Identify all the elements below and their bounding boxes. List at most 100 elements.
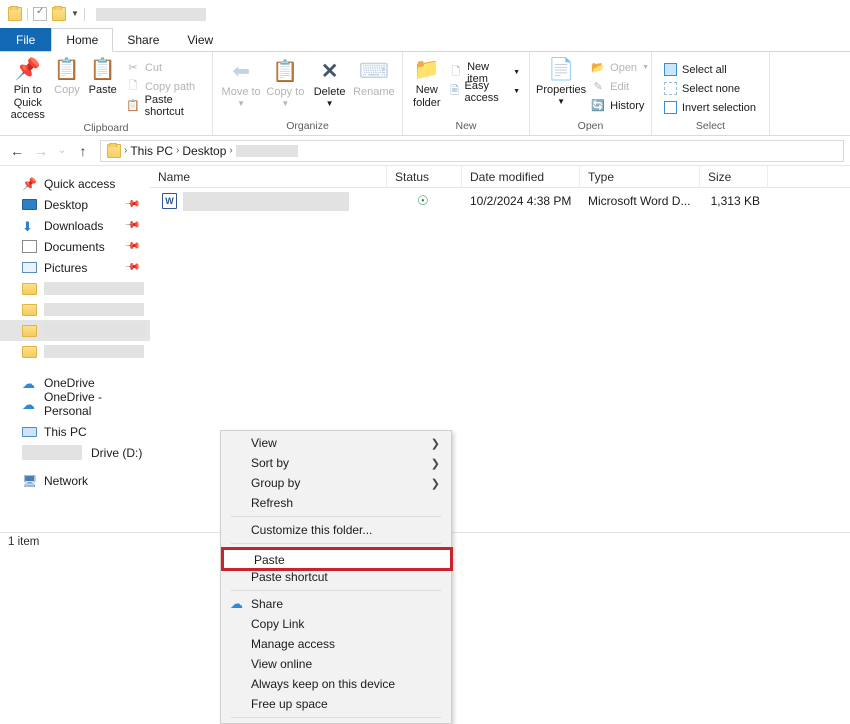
cut-label: Cut bbox=[144, 61, 163, 74]
column-header-status[interactable]: Status bbox=[387, 165, 462, 188]
forward-button[interactable]: → bbox=[30, 140, 52, 162]
sidebar-item-downloads[interactable]: ⬇ Downloads 📌 bbox=[0, 215, 150, 236]
tab-view[interactable]: View bbox=[173, 28, 227, 51]
context-menu-item-share[interactable]: ☁ Share bbox=[221, 594, 451, 614]
paste-button[interactable]: 📋 Paste bbox=[84, 55, 121, 97]
sidebar-item-label: Desktop bbox=[44, 197, 89, 212]
delete-button[interactable]: ✕ Delete ▼ bbox=[308, 57, 352, 108]
context-menu-item-view-online[interactable]: View online bbox=[221, 654, 451, 674]
sidebar-item-folder-2[interactable] bbox=[0, 299, 150, 320]
sidebar-item-folder-3[interactable] bbox=[0, 320, 150, 341]
cut-button[interactable]: ✂ Cut bbox=[123, 59, 206, 76]
sidebar-item-folder-4[interactable] bbox=[0, 341, 150, 362]
select-none-button[interactable]: Select none bbox=[660, 80, 759, 97]
sidebar-item-documents[interactable]: Documents 📌 bbox=[0, 236, 150, 257]
easy-access-icon: 🗎 bbox=[450, 85, 459, 97]
sidebar-item-desktop[interactable]: Desktop 📌 bbox=[0, 194, 150, 215]
context-menu-item-sort-by[interactable]: Sort by ❯ bbox=[221, 453, 451, 473]
paste-shortcut-label: Paste shortcut bbox=[144, 93, 184, 118]
tab-file[interactable]: File bbox=[0, 28, 52, 51]
sidebar-item-folder-1[interactable] bbox=[0, 278, 150, 299]
file-type: Microsoft Word D... bbox=[588, 194, 691, 208]
onedrive-cloud-icon: ☁ bbox=[22, 396, 35, 412]
history-button[interactable]: 🔄 History bbox=[588, 97, 652, 114]
properties-icon: 📄 bbox=[547, 58, 575, 81]
column-header-size[interactable]: Size bbox=[700, 165, 768, 188]
chevron-down-icon: ▼ bbox=[513, 88, 520, 95]
context-menu-item-free-up-space[interactable]: Free up space bbox=[221, 694, 451, 714]
pin-icon: 📌 bbox=[123, 217, 141, 234]
tab-share[interactable]: Share bbox=[113, 28, 173, 51]
edit-button[interactable]: ✎ Edit bbox=[588, 78, 652, 95]
select-none-icon bbox=[663, 82, 677, 96]
ribbon-tab-bar: File Home Share View bbox=[0, 28, 850, 52]
file-date-modified: 10/2/2024 4:38 PM bbox=[470, 194, 572, 208]
new-item-button[interactable]: 🗋 New item ▼ bbox=[447, 61, 523, 85]
move-to-label: Move to bbox=[221, 86, 261, 98]
copy-button[interactable]: 📋 Copy bbox=[50, 55, 85, 97]
file-size: 1,313 KB bbox=[710, 194, 760, 208]
downloads-icon: ⬇ bbox=[22, 218, 33, 234]
tab-home[interactable]: Home bbox=[51, 28, 114, 52]
folder-icon[interactable] bbox=[8, 6, 22, 21]
back-button[interactable]: ← bbox=[6, 140, 28, 162]
sidebar-item-onedrive-personal[interactable]: ☁ OneDrive - Personal bbox=[0, 390, 150, 418]
new-item-icon: 🗋 bbox=[451, 66, 461, 78]
menu-item-label: Always keep on this device bbox=[251, 677, 396, 691]
context-menu-item-always-keep-on-this-device[interactable]: Always keep on this device bbox=[221, 674, 451, 694]
menu-separator bbox=[231, 543, 441, 544]
open-button[interactable]: 📂 Open ▼ bbox=[588, 59, 652, 76]
context-menu-item-manage-access[interactable]: Manage access bbox=[221, 634, 451, 654]
move-to-button[interactable]: ⬅ Move to ▼ bbox=[219, 57, 263, 108]
sidebar-item-pictures[interactable]: Pictures 📌 bbox=[0, 257, 150, 278]
onedrive-cloud-icon: ☁ bbox=[230, 596, 243, 611]
column-header-type[interactable]: Type bbox=[580, 165, 700, 188]
pin-to-quick-access-button[interactable]: 📌 Pin to Quick access bbox=[6, 55, 50, 122]
properties-icon[interactable] bbox=[33, 6, 47, 21]
up-button[interactable]: ↑ bbox=[72, 140, 94, 162]
chevron-down-icon: ▼ bbox=[513, 69, 520, 76]
context-menu-item-refresh[interactable]: Refresh bbox=[221, 493, 451, 513]
paste-shortcut-button[interactable]: 📋 Paste shortcut bbox=[123, 94, 206, 118]
new-folder-button[interactable]: 📁 New folder bbox=[409, 55, 445, 109]
context-menu-item-group-by[interactable]: Group by ❯ bbox=[221, 473, 451, 493]
word-document-icon bbox=[162, 193, 177, 209]
context-menu-item-view[interactable]: View ❯ bbox=[221, 433, 451, 453]
rename-button[interactable]: ⌨ Rename bbox=[352, 57, 396, 99]
easy-access-button[interactable]: 🗎 Easy access ▼ bbox=[447, 80, 523, 104]
sidebar-item-quick-access[interactable]: 📌 Quick access bbox=[0, 173, 150, 194]
customize-chevron-icon[interactable]: ▼ bbox=[71, 10, 79, 18]
sidebar-item-this-pc[interactable]: This PC bbox=[0, 421, 150, 442]
sidebar-item-network[interactable]: 🖥 Network bbox=[0, 470, 150, 491]
properties-label: Properties bbox=[536, 84, 587, 96]
breadcrumb[interactable]: › This PC › Desktop › bbox=[100, 139, 844, 162]
column-header-name[interactable]: Name ▲ bbox=[150, 165, 387, 188]
context-menu-item-customize-this-folder[interactable]: Customize this folder... bbox=[221, 520, 451, 540]
invert-selection-button[interactable]: Invert selection bbox=[660, 99, 759, 116]
breadcrumb-desktop[interactable]: Desktop bbox=[182, 144, 226, 158]
sidebar-item-label bbox=[44, 324, 144, 337]
ribbon-group-organize: ⬅ Move to ▼ 📋 Copy to ▼ ✕ Delete ▼ ⌨ Ren… bbox=[213, 52, 403, 135]
ribbon-group-new: 📁 New folder 🗋 New item ▼ 🗎 Easy access … bbox=[403, 52, 530, 135]
select-all-label: Select all bbox=[682, 63, 727, 76]
copy-to-button[interactable]: 📋 Copy to ▼ bbox=[263, 57, 307, 108]
chevron-down-icon: ▼ bbox=[325, 98, 334, 108]
recent-locations-button[interactable]: ⌄ bbox=[54, 140, 70, 162]
select-all-button[interactable]: Select all bbox=[660, 61, 759, 78]
sidebar-item-drive-d[interactable]: Drive (D:) bbox=[0, 442, 150, 463]
context-menu-item-copy-link[interactable]: Copy Link bbox=[221, 614, 451, 634]
select-all-icon bbox=[663, 63, 677, 77]
copy-path-icon: 🗋 bbox=[128, 80, 138, 92]
chevron-down-icon: ▼ bbox=[557, 96, 566, 106]
column-header-date-modified[interactable]: Date modified bbox=[462, 165, 580, 188]
menu-separator bbox=[231, 717, 441, 718]
new-folder-icon[interactable] bbox=[52, 6, 66, 21]
breadcrumb-current-folder[interactable] bbox=[235, 144, 298, 157]
properties-button[interactable]: 📄 Properties ▼ bbox=[536, 55, 586, 106]
copy-path-button[interactable]: 🗋 Copy path bbox=[123, 78, 206, 95]
breadcrumb-this-pc[interactable]: This PC bbox=[130, 144, 173, 158]
chevron-down-icon: ▼ bbox=[281, 98, 290, 108]
table-row[interactable]: ☉ 10/2/2024 4:38 PM Microsoft Word D... … bbox=[150, 188, 850, 214]
sidebar-item-label: Downloads bbox=[44, 218, 104, 233]
menu-item-label: Copy Link bbox=[251, 617, 305, 631]
